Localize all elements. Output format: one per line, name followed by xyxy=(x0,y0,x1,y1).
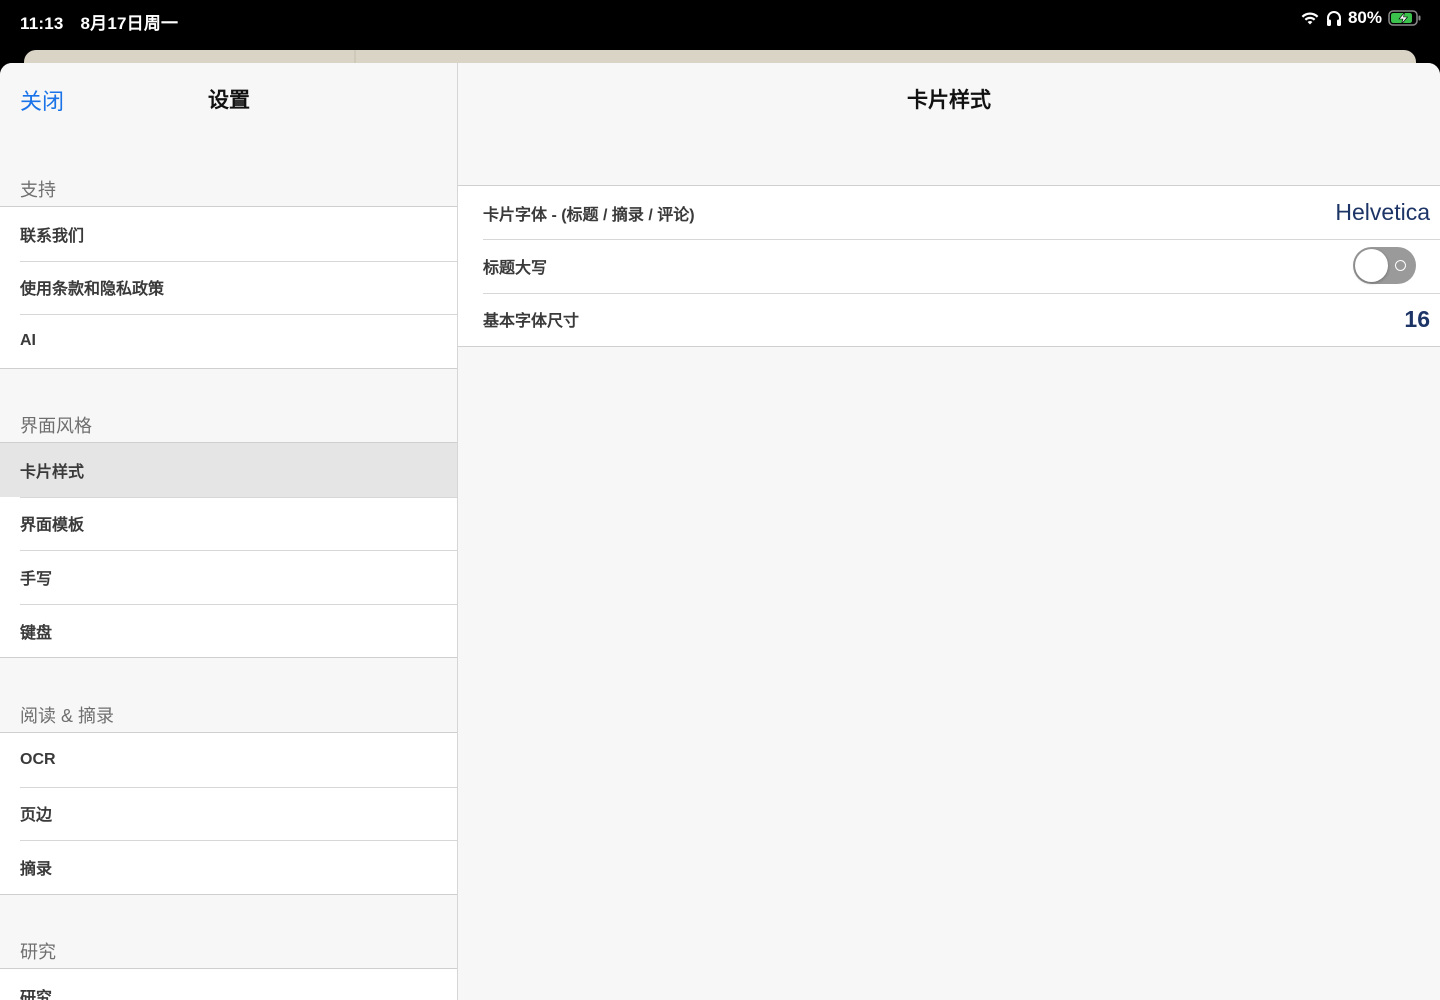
group-reading-excerpt: OCR 页边 摘录 xyxy=(0,732,457,895)
toggle-off-indicator-icon xyxy=(1395,260,1406,272)
battery-percent: 80% xyxy=(1347,8,1382,27)
title-uppercase-toggle[interactable] xyxy=(1353,247,1416,285)
sidebar-item-label: 研究 xyxy=(20,989,53,1000)
card-font-value[interactable]: Helvetica xyxy=(1335,199,1430,226)
status-bar-datetime: 11:13 8月17日周一 xyxy=(20,9,178,34)
battery-charging-icon xyxy=(1388,9,1422,27)
status-bar: 11:13 8月17日周一 80% xyxy=(0,0,1440,40)
status-time: 11:13 xyxy=(20,14,64,33)
sidebar-item-interface-template[interactable]: 界面模板 xyxy=(0,496,457,551)
sidebar-item-label: 键盘 xyxy=(20,624,53,642)
sidebar-title: 设置 xyxy=(208,89,250,112)
sidebar-item-terms-privacy[interactable]: 使用条款和隐私政策 xyxy=(0,260,457,315)
base-font-size-value[interactable]: 16 xyxy=(1404,306,1430,333)
detail-title: 卡片样式 xyxy=(907,89,991,112)
sidebar-item-label: 卡片样式 xyxy=(20,463,85,481)
base-font-size-row[interactable]: 基本字体尺寸 16 xyxy=(458,292,1440,346)
sidebar-item-label: OCR xyxy=(20,750,56,768)
toggle-knob xyxy=(1355,249,1388,283)
sidebar-item-contact-us[interactable]: 联系我们 xyxy=(0,207,457,261)
sidebar-item-excerpt[interactable]: 摘录 xyxy=(0,840,457,894)
sidebar-item-label: 摘录 xyxy=(20,860,53,878)
section-header-research: 研究 xyxy=(20,942,56,962)
group-interface-style: 卡片样式 界面模板 手写 键盘 xyxy=(0,442,457,659)
sidebar-item-research[interactable]: 研究 xyxy=(0,969,457,1000)
status-date: 8月17日周一 xyxy=(80,14,179,33)
wifi-icon xyxy=(1300,10,1320,26)
card-style-settings: 卡片字体 - (标题 / 摘录 / 评论) Helvetica 标题大写 基本字… xyxy=(458,185,1440,347)
headphones-icon xyxy=(1326,10,1342,27)
sidebar-item-ai[interactable]: AI xyxy=(0,314,457,368)
sidebar-item-label: AI xyxy=(20,331,36,349)
sidebar-item-label: 手写 xyxy=(20,570,53,588)
base-font-size-label: 基本字体尺寸 xyxy=(483,313,580,331)
section-header-support: 支持 xyxy=(20,180,56,200)
section-header-interface-style: 界面风格 xyxy=(20,416,92,436)
title-uppercase-row: 标题大写 xyxy=(458,239,1440,292)
group-support: 联系我们 使用条款和隐私政策 AI xyxy=(0,206,457,369)
sidebar-item-card-style[interactable]: 卡片样式 xyxy=(0,443,457,497)
card-font-label: 卡片字体 - (标题 / 摘录 / 评论) xyxy=(483,206,695,224)
sidebar-item-handwriting[interactable]: 手写 xyxy=(0,550,457,604)
card-font-row[interactable]: 卡片字体 - (标题 / 摘录 / 评论) Helvetica xyxy=(458,186,1440,239)
section-header-reading-excerpt: 阅读 & 摘录 xyxy=(20,706,115,726)
sidebar-item-margin[interactable]: 页边 xyxy=(0,786,457,841)
settings-sidebar: 关闭 设置 支持 联系我们 使用条款和隐私政策 AI 界面风格 卡片样式 界面模… xyxy=(0,63,458,1000)
title-uppercase-label: 标题大写 xyxy=(483,259,548,277)
sidebar-item-ocr[interactable]: OCR xyxy=(0,733,457,787)
detail-pane: 卡片样式 卡片字体 - (标题 / 摘录 / 评论) Helvetica 标题大… xyxy=(458,63,1440,1000)
status-bar-indicators: 80% xyxy=(1300,8,1422,28)
sidebar-item-label: 页边 xyxy=(20,807,53,825)
sidebar-item-label: 界面模板 xyxy=(20,517,85,535)
sidebar-item-label: 联系我们 xyxy=(20,227,85,245)
group-research: 研究 xyxy=(0,968,457,1000)
sidebar-item-keyboard[interactable]: 键盘 xyxy=(0,603,457,658)
sidebar-item-label: 使用条款和隐私政策 xyxy=(20,281,165,299)
settings-modal: 关闭 设置 支持 联系我们 使用条款和隐私政策 AI 界面风格 卡片样式 界面模… xyxy=(0,63,1440,1000)
